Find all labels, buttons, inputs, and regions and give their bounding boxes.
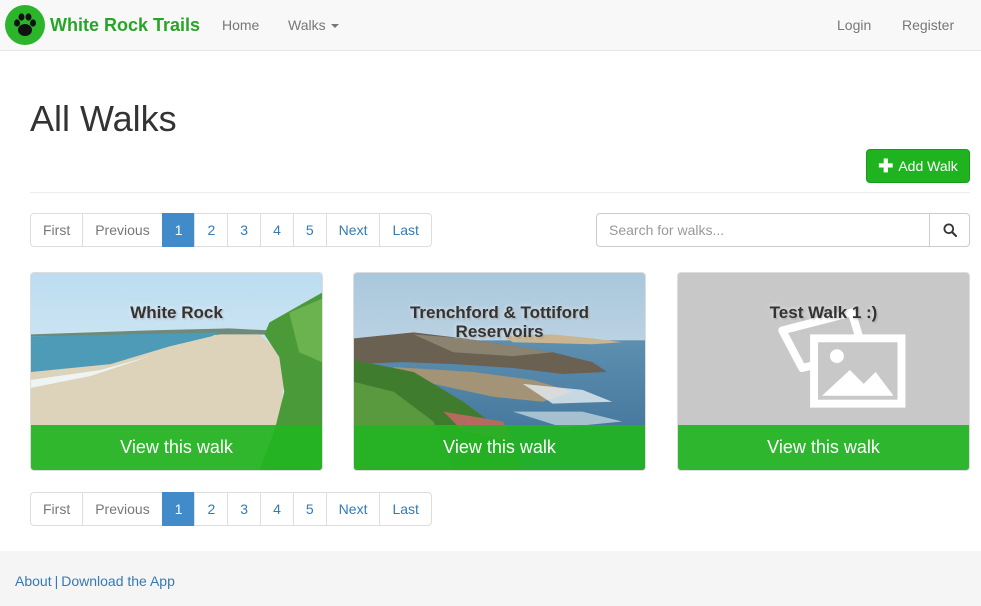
page-5[interactable]: 5 xyxy=(292,213,327,247)
nav-walks-label: Walks xyxy=(288,17,326,33)
caret-down-icon xyxy=(330,24,339,29)
paw-icon xyxy=(5,5,45,45)
page-2[interactable]: 2 xyxy=(194,492,229,526)
nav-login[interactable]: Login xyxy=(837,17,871,33)
search-icon xyxy=(943,223,957,237)
page-1[interactable]: 1 xyxy=(161,492,196,526)
page-4[interactable]: 4 xyxy=(260,492,294,526)
footer-separator: | xyxy=(54,573,59,589)
view-walk-button[interactable]: View this walk xyxy=(31,425,322,470)
top-navbar: White Rock Trails Home Walks Login Regis… xyxy=(0,0,981,51)
page-4[interactable]: 4 xyxy=(260,213,294,247)
footer-download-link[interactable]: Download the App xyxy=(61,573,175,589)
walk-card-trenchford: Trenchford & Tottiford Reservoirs View t… xyxy=(353,272,646,471)
page-3[interactable]: 3 xyxy=(227,213,262,247)
search-group xyxy=(596,213,970,247)
page-next[interactable]: Next xyxy=(325,492,381,526)
divider xyxy=(30,192,970,193)
page-first[interactable]: First xyxy=(30,213,84,247)
page-1[interactable]: 1 xyxy=(161,213,196,247)
page-5[interactable]: 5 xyxy=(292,492,327,526)
page-3[interactable]: 3 xyxy=(227,492,262,526)
walk-title: Test Walk 1 :) xyxy=(769,303,878,322)
page-next[interactable]: Next xyxy=(325,213,381,247)
add-walk-button[interactable]: ✚ Add Walk xyxy=(866,149,970,183)
add-walk-label: Add Walk xyxy=(898,158,958,174)
search-button[interactable] xyxy=(930,213,970,247)
walk-card-test: Test Walk 1 :) View this walk xyxy=(677,272,970,471)
nav-walks-dropdown[interactable]: Walks xyxy=(288,17,339,33)
page-2[interactable]: 2 xyxy=(194,213,229,247)
page-title: All Walks xyxy=(30,98,177,139)
walk-title: Trenchford & Tottiford Reservoirs xyxy=(409,303,590,341)
walk-card-white-rock: White Rock View this walk xyxy=(30,272,323,471)
footer-about-link[interactable]: About xyxy=(15,573,52,589)
footer: About | Download the App xyxy=(0,551,981,606)
page-previous[interactable]: Previous xyxy=(82,492,163,526)
walk-title: White Rock xyxy=(130,303,223,322)
brand-name: White Rock Trails xyxy=(50,14,201,35)
page-last[interactable]: Last xyxy=(379,213,432,247)
pagination-bottom: First Previous 1 2 3 4 5 Next Last xyxy=(30,492,432,526)
footer-links: About | Download the App xyxy=(15,573,175,589)
nav-register[interactable]: Register xyxy=(902,17,954,33)
nav-home[interactable]: Home xyxy=(222,17,259,33)
view-walk-button[interactable]: View this walk xyxy=(678,425,969,470)
search-input[interactable] xyxy=(596,213,931,247)
page-first[interactable]: First xyxy=(30,492,84,526)
page-last[interactable]: Last xyxy=(379,492,432,526)
page-previous[interactable]: Previous xyxy=(82,213,163,247)
brand-link[interactable]: White Rock Trails xyxy=(5,5,200,45)
plus-icon: ✚ xyxy=(878,156,894,176)
pagination-top: First Previous 1 2 3 4 5 Next Last xyxy=(30,213,432,247)
view-walk-button[interactable]: View this walk xyxy=(354,425,645,470)
